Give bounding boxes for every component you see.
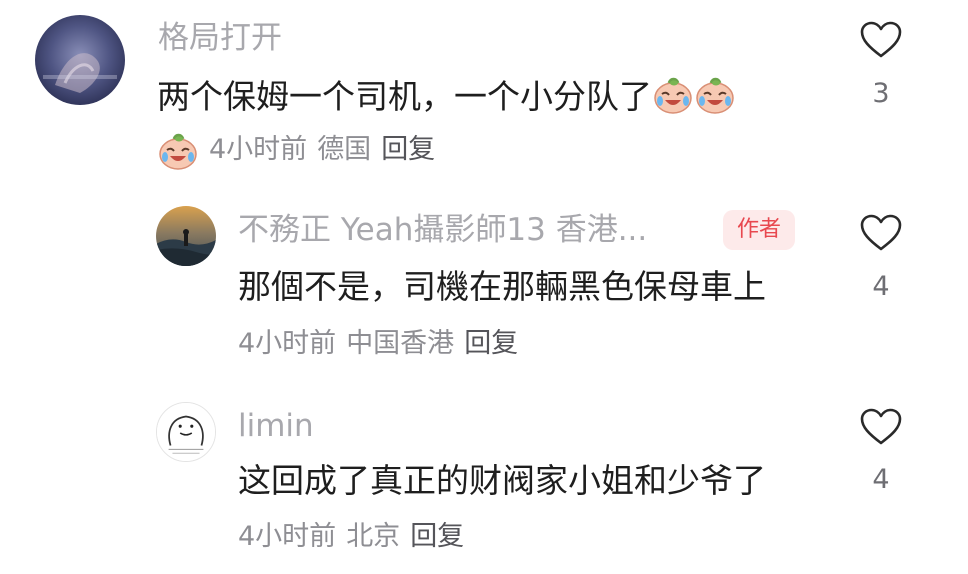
like-count: 4 bbox=[872, 464, 890, 495]
heart-outline-icon[interactable] bbox=[859, 213, 903, 253]
comment-text: 两个保姆一个司机，一个小分队了 bbox=[157, 74, 736, 119]
comment-time: 4小时前 bbox=[209, 134, 308, 165]
comment-location: 德国 bbox=[317, 134, 372, 165]
like-count: 3 bbox=[872, 78, 890, 109]
comment-time: 4小时前 bbox=[238, 521, 337, 552]
comment-text-body: 两个保姆一个司机，一个小分队了 bbox=[157, 77, 652, 116]
crying-laugh-emoji bbox=[157, 130, 199, 170]
heart-outline-icon[interactable] bbox=[859, 20, 903, 60]
heart-outline-icon[interactable] bbox=[859, 407, 903, 447]
comment-username[interactable]: 不務正 Yeah攝影師13 香港... bbox=[238, 210, 647, 250]
author-badge: 作者 bbox=[723, 210, 796, 250]
reply-button[interactable]: 回复 bbox=[381, 132, 435, 168]
crying-laugh-emoji bbox=[694, 74, 736, 114]
comment-text: 这回成了真正的财阀家小姐和少爷了 bbox=[238, 461, 766, 500]
comment-username[interactable]: 格局打开 bbox=[158, 18, 282, 58]
crying-laugh-emoji bbox=[652, 74, 694, 114]
comment-meta: 4小时前 北京 回复 bbox=[238, 519, 474, 555]
comment-username[interactable]: limin bbox=[238, 406, 314, 446]
avatar[interactable] bbox=[156, 206, 216, 266]
comment-time: 4小时前 bbox=[238, 328, 337, 359]
avatar[interactable] bbox=[156, 402, 216, 462]
comment-meta: 4小时前 中国香港 回复 bbox=[238, 326, 528, 362]
like-count: 4 bbox=[872, 271, 890, 302]
reply-button[interactable]: 回复 bbox=[464, 326, 518, 362]
comment-location: 北京 bbox=[346, 521, 401, 552]
comment-text: 那個不是，司機在那輛黑色保母車上 bbox=[238, 267, 766, 306]
comment-meta: 4小时前 德国 回复 bbox=[157, 130, 445, 170]
reply-button[interactable]: 回复 bbox=[410, 519, 464, 555]
avatar[interactable] bbox=[35, 15, 125, 105]
comment-location: 中国香港 bbox=[346, 328, 455, 359]
